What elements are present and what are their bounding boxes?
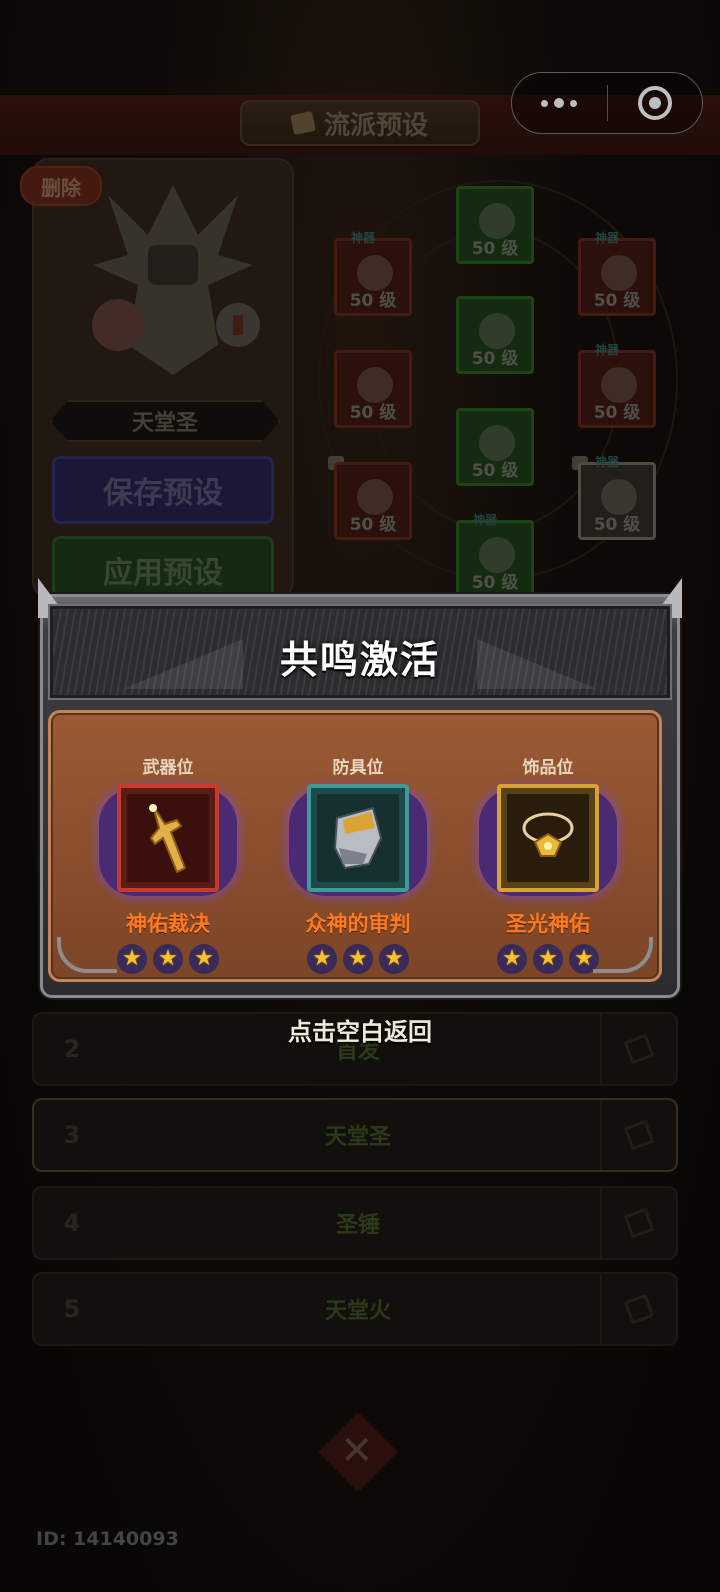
resonance-content: 武器位 神佑裁决 ★ ★ ★ 防具位 众神的审判 ★ ★ ★ 饰品位 圣光神佑 … bbox=[48, 710, 662, 982]
corner-ornament bbox=[57, 937, 117, 973]
star-icon: ★ bbox=[379, 944, 409, 974]
item-frame bbox=[497, 784, 599, 892]
star-icon: ★ bbox=[533, 944, 563, 974]
star-icon: ★ bbox=[343, 944, 373, 974]
item-frame bbox=[117, 784, 219, 892]
amulet-icon bbox=[522, 812, 574, 857]
tap-to-return-hint: 点击空白返回 bbox=[288, 1018, 432, 1046]
star-icon: ★ bbox=[189, 944, 219, 974]
dialog-title: 共鸣激活 bbox=[279, 638, 440, 682]
star-icon: ★ bbox=[153, 944, 183, 974]
item-name: 圣光神佑 bbox=[506, 912, 590, 936]
resonance-item-armor[interactable]: 防具位 众神的审判 ★ ★ ★ bbox=[273, 753, 443, 974]
gauntlet-icon bbox=[333, 806, 383, 870]
star-icon: ★ bbox=[307, 944, 337, 974]
star-icon: ★ bbox=[497, 944, 527, 974]
sword-icon bbox=[149, 804, 187, 874]
corner-ornament bbox=[593, 937, 653, 973]
item-emblem bbox=[473, 782, 623, 902]
item-name: 众神的审判 bbox=[305, 912, 411, 936]
star-rating: ★ ★ ★ bbox=[273, 944, 443, 974]
dialog-header: 共鸣激活 bbox=[48, 604, 672, 700]
item-frame bbox=[307, 784, 409, 892]
star-icon: ★ bbox=[117, 944, 147, 974]
item-emblem bbox=[93, 782, 243, 902]
item-name: 神佑裁决 bbox=[126, 912, 210, 936]
resonance-dialog: 共鸣激活 武器位 神佑裁决 ★ ★ ★ 防具位 众神的审判 ★ ★ ★ 饰品位 … bbox=[38, 578, 682, 998]
item-emblem bbox=[283, 782, 433, 902]
